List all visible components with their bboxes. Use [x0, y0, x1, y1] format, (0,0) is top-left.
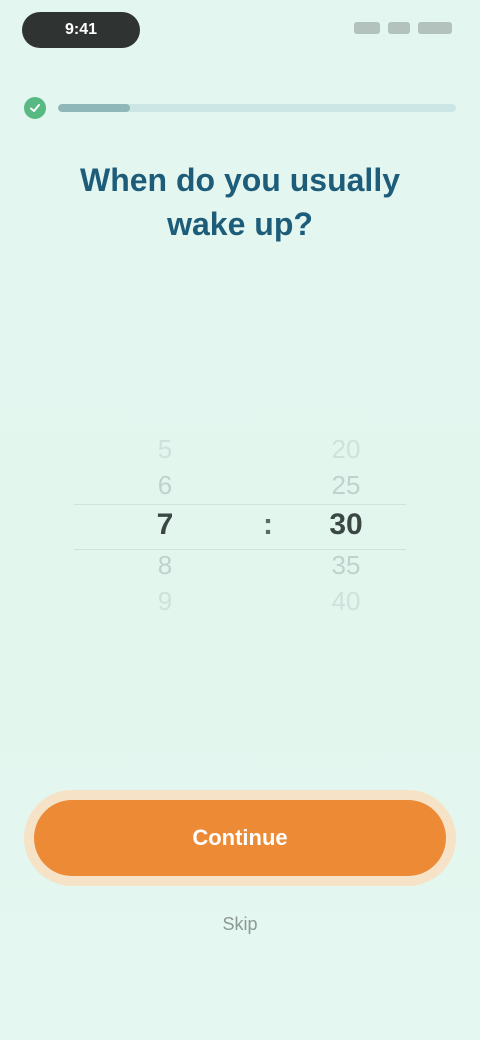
- signal-icon: [354, 22, 380, 34]
- picker-separator: :: [256, 400, 280, 650]
- minute-wheel[interactable]: 20 25 30 35 40: [296, 400, 396, 650]
- continue-button[interactable]: Continue: [34, 800, 446, 876]
- hour-option[interactable]: 8: [158, 547, 172, 583]
- wifi-icon: [388, 22, 410, 34]
- status-icons: [354, 22, 452, 34]
- status-time: 9:41: [22, 12, 140, 48]
- check-icon: [24, 97, 46, 119]
- skip-link[interactable]: Skip: [190, 906, 290, 942]
- minute-option[interactable]: 20: [332, 431, 361, 467]
- status-bar: 9:41: [0, 0, 480, 64]
- hour-option[interactable]: 9: [158, 583, 172, 619]
- progress-fill: [58, 104, 130, 112]
- question-title: When do you usually wake up?: [79, 162, 400, 242]
- progress-bar: [58, 104, 456, 112]
- hour-wheel[interactable]: 56789: [90, 400, 240, 650]
- onboarding-screen: 9:41 When do you usually wake up? 56789 …: [0, 0, 480, 1040]
- hour-option[interactable]: 5: [158, 431, 172, 467]
- minute-option[interactable]: 35: [332, 547, 361, 583]
- minute-option[interactable]: 25: [332, 467, 361, 503]
- battery-icon: [418, 22, 452, 34]
- hour-option[interactable]: 6: [158, 467, 172, 503]
- minute-option[interactable]: 40: [332, 583, 361, 619]
- time-picker[interactable]: 56789 : 20 25 30 35 40: [60, 400, 420, 650]
- minute-selected[interactable]: 30: [329, 503, 362, 547]
- hour-selected[interactable]: 7: [157, 503, 174, 547]
- progress-row: [24, 94, 456, 122]
- separator-glyph: :: [263, 508, 273, 541]
